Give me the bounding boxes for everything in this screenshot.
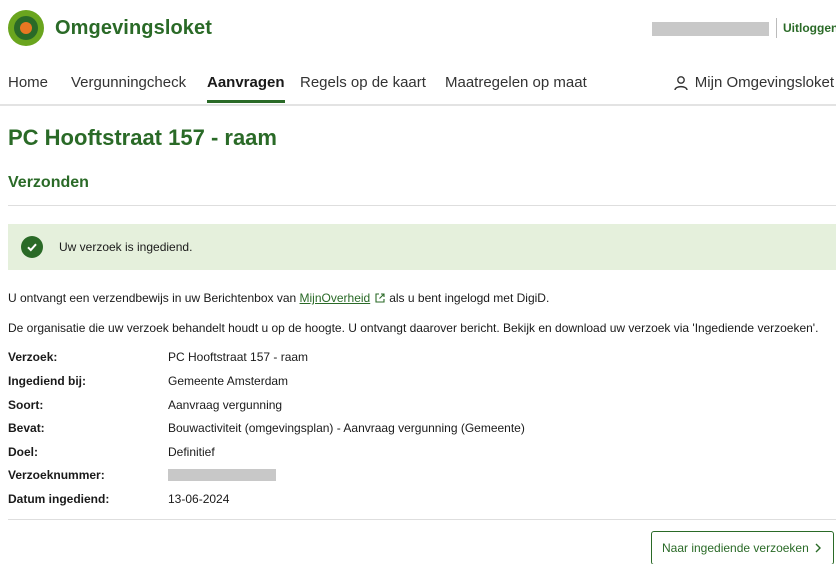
detail-label: Doel: [8,445,38,459]
nav-item-maatregelen-op-maat[interactable]: Maatregelen op maat [445,74,587,91]
omgevingsloket-logo-icon[interactable] [8,10,44,46]
check-circle-icon [21,236,43,258]
detail-row-verzoeknummer: Verzoeknummer: [8,468,836,486]
alert-text: Uw verzoek is ingediend. [59,240,193,254]
user-icon [674,75,688,90]
info-text-after: als u bent ingelogd met DigiD. [389,291,550,305]
detail-label: Ingediend bij: [8,374,86,388]
success-alert: Uw verzoek is ingediend. [8,224,836,270]
detail-row-ingediend-bij: Ingediend bij: Gemeente Amsterdam [8,374,836,392]
nav-item-mijn-omgevingsloket[interactable]: Mijn Omgevingsloket [673,74,834,91]
nav-item-regels-op-de-kaart[interactable]: Regels op de kaart [300,74,426,91]
logout-link[interactable]: Uitloggen [783,21,836,35]
detail-label: Bevat: [8,421,45,435]
status-heading: Verzonden [8,174,89,191]
divider [8,519,836,520]
info-paragraph-organisatie: De organisatie die uw verzoek behandelt … [8,321,819,335]
detail-value: Aanvraag vergunning [168,398,283,412]
detail-label: Verzoeknummer: [8,468,105,482]
detail-row-doel: Doel: Definitief [8,445,836,463]
verzoeknummer-redacted [168,469,276,481]
external-link-icon [375,293,385,303]
user-name-redacted [652,22,769,36]
nav-item-vergunningcheck[interactable]: Vergunningcheck [71,74,186,91]
detail-row-soort: Soort: Aanvraag vergunning [8,398,836,416]
chevron-right-icon [815,543,821,553]
page-title: PC Hooftstraat 157 - raam [8,125,277,150]
button-label: Naar ingediende verzoeken [662,541,809,555]
top-separator [776,18,777,38]
account-label: Mijn Omgevingsloket [694,74,834,91]
detail-value: Gemeente Amsterdam [168,374,289,388]
detail-value: PC Hooftstraat 157 - raam [168,350,309,364]
detail-row-bevat: Bevat: Bouwactiviteit (omgevingsplan) - … [8,421,836,439]
divider [8,205,836,206]
brand-name[interactable]: Omgevingsloket [55,17,212,40]
top-bar: Omgevingsloket Uitloggen [0,0,836,60]
detail-row-datum-ingediend: Datum ingediend: 13-06-2024 [8,492,836,510]
nav-item-home[interactable]: Home [8,74,48,91]
detail-label: Soort: [8,398,44,412]
info-text-before: U ontvangt een verzendbewijs in uw Beric… [8,291,297,305]
detail-row-verzoek: Verzoek: PC Hooftstraat 157 - raam [8,350,836,368]
detail-value: 13-06-2024 [168,492,230,506]
nav-item-aanvragen[interactable]: Aanvragen [207,74,285,103]
detail-value: Bouwactiviteit (omgevingsplan) - Aanvraa… [168,421,525,435]
detail-value: Definitief [168,445,215,459]
main-nav: Home Vergunningcheck Aanvragen Regels op… [0,70,836,106]
naar-ingediende-verzoeken-button[interactable]: Naar ingediende verzoeken [651,531,834,564]
detail-label: Verzoek: [8,350,58,364]
info-paragraph-berichtenbox: U ontvangt een verzendbewijs in uw Beric… [8,291,549,305]
mijnoverheid-link[interactable]: MijnOverheid [300,291,371,305]
detail-label: Datum ingediend: [8,492,110,506]
